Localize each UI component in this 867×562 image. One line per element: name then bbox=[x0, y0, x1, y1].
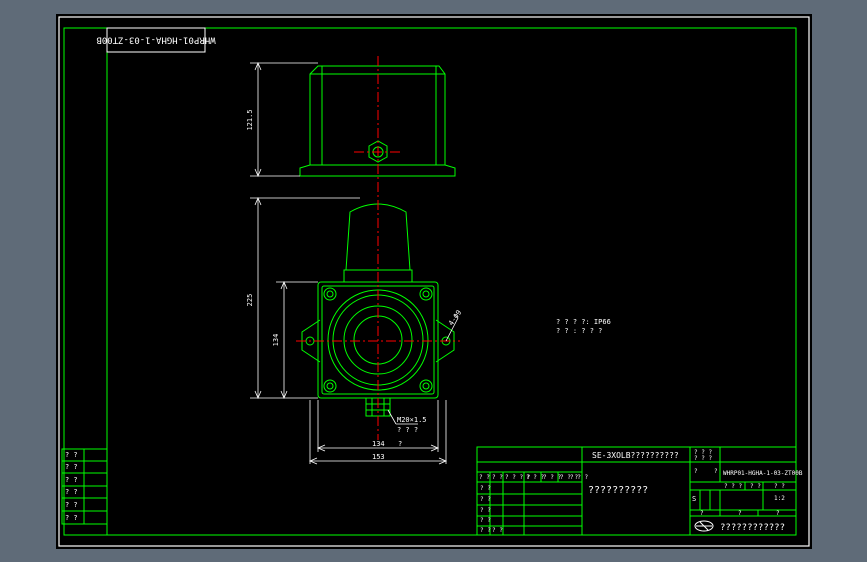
sheet-cell: ? bbox=[776, 510, 780, 517]
rev-header: ? ? ? bbox=[543, 474, 561, 481]
left-table-cell: ? ? bbox=[65, 463, 78, 471]
dim-thread-1: M20×1.5 bbox=[397, 416, 427, 424]
top-label: ? ? ? bbox=[694, 455, 712, 462]
stage-label: ? ? bbox=[774, 483, 785, 490]
company-name: ???????????? bbox=[720, 523, 785, 533]
sign-row: ? ? bbox=[480, 507, 491, 514]
note-line-1: ? ? ? ?: IP66 bbox=[556, 318, 611, 326]
dim-top-height: 121.5 bbox=[246, 109, 254, 130]
sign-row: ? ? bbox=[480, 517, 491, 524]
dim-body-height: 134 bbox=[272, 334, 280, 347]
dim-width-outer: 153 bbox=[372, 453, 385, 461]
left-table-cell: ? ? bbox=[65, 488, 78, 496]
dim-overall-height: 225 bbox=[246, 294, 254, 307]
part-title: SE-3XOLB?????????? bbox=[592, 451, 679, 460]
dim-width-inner-suffix: ? bbox=[398, 440, 402, 448]
sheet-label: S bbox=[692, 495, 696, 503]
scale: 1:2 bbox=[774, 495, 785, 502]
sign-row: ? ? bbox=[480, 485, 491, 492]
left-table-cell: ? ? bbox=[65, 451, 78, 459]
rev-header: ? ? bbox=[492, 474, 503, 481]
sheet-cell: ? bbox=[700, 510, 704, 517]
drawing-name: ?????????? bbox=[588, 485, 648, 496]
left-table-cell: ? ? bbox=[65, 514, 78, 522]
code-label: ? bbox=[694, 468, 698, 475]
code-stamp-text: WHRP01-HGHA-1-03-ZT00B bbox=[96, 35, 215, 45]
drawing-code: WHRP01-HGHA-1-03-ZT00B bbox=[723, 470, 803, 477]
rev-header: ? ? bbox=[479, 474, 490, 481]
sign-row: ? ? bbox=[480, 496, 491, 503]
stage-label: ? ? bbox=[750, 483, 761, 490]
sign-row: ? ? bbox=[480, 527, 491, 534]
dim-thread-2: ? ? ? bbox=[397, 426, 418, 434]
dim-width-inner: 134 bbox=[372, 440, 385, 448]
stage-label: ? ? ? bbox=[724, 483, 742, 490]
code-label: ? bbox=[714, 468, 718, 475]
rev-header: ? ? ? bbox=[570, 474, 588, 481]
note-line-2: ? ? : ? ? ? bbox=[556, 327, 602, 335]
left-table-cell: ? ? bbox=[65, 501, 78, 509]
cad-drawing: WHRP01-HGHA-1-03-ZT00B ? ? ? ? ? ? ? ? ?… bbox=[56, 14, 812, 549]
rev-header: ? ? ? bbox=[526, 474, 544, 481]
sign-row: ? ? bbox=[492, 527, 503, 534]
sheet-cell: ? bbox=[738, 510, 742, 517]
left-table-cell: ? ? bbox=[65, 476, 78, 484]
